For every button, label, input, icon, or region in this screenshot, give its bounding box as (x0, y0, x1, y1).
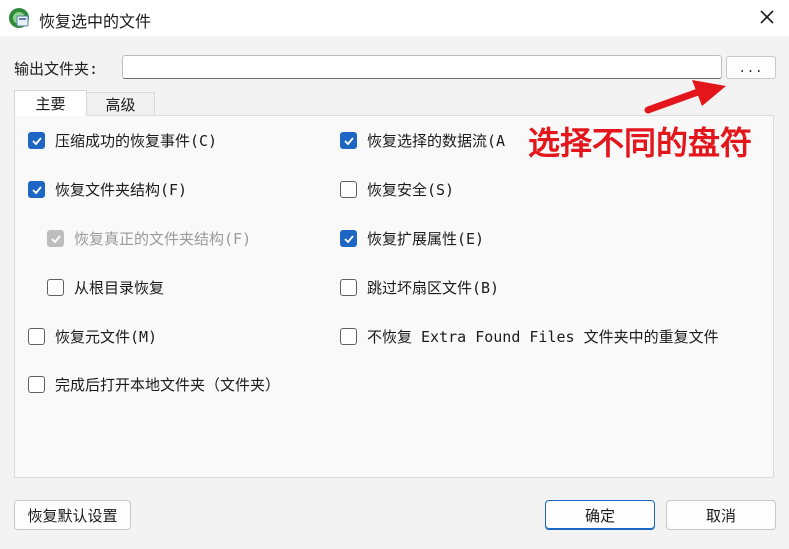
output-folder-label: 输出文件夹: (14, 60, 99, 78)
checkbox[interactable] (28, 328, 45, 345)
option-label: 恢复安全(S) (367, 181, 455, 199)
close-icon (760, 10, 774, 24)
option-open-folder-after[interactable]: 完成后打开本地文件夹（文件夹） (28, 374, 280, 395)
check-icon (343, 136, 354, 145)
ok-button[interactable]: 确定 (545, 500, 655, 530)
checkbox (47, 230, 64, 247)
option-label: 从根目录恢复 (74, 279, 165, 297)
option-restore-real-folder-structure: 恢复真正的文件夹结构(F) (47, 228, 251, 249)
option-label: 恢复文件夹结构(F) (55, 181, 188, 199)
window-title: 恢复选中的文件 (39, 12, 152, 31)
option-label: 恢复选择的数据流(A (367, 132, 506, 150)
option-label: 不恢复 Extra Found Files 文件夹中的重复文件 (367, 328, 719, 346)
check-icon (31, 136, 42, 145)
checkbox[interactable] (340, 181, 357, 198)
check-icon (31, 185, 42, 194)
option-restore-metafiles[interactable]: 恢复元文件(M) (28, 326, 157, 347)
option-restore-from-root[interactable]: 从根目录恢复 (47, 277, 164, 298)
title-bar: 恢复选中的文件 (0, 0, 789, 36)
tab-advanced[interactable]: 高级 (87, 92, 155, 116)
option-label: 恢复扩展属性(E) (367, 230, 485, 248)
option-restore-selected-streams[interactable]: 恢复选择的数据流(A (340, 130, 505, 151)
checkbox[interactable] (340, 230, 357, 247)
tab-main[interactable]: 主要 (14, 90, 87, 116)
annotation-text: 选择不同的盘符 (528, 124, 753, 162)
checkbox[interactable] (28, 181, 45, 198)
checkbox[interactable] (28, 376, 45, 393)
option-compress-events[interactable]: 压缩成功的恢复事件(C) (28, 130, 217, 151)
option-label: 压缩成功的恢复事件(C) (55, 132, 218, 150)
option-label: 完成后打开本地文件夹（文件夹） (55, 376, 281, 394)
option-skip-bad-sectors[interactable]: 跳过坏扇区文件(B) (340, 277, 499, 298)
checkbox[interactable] (340, 279, 357, 296)
close-button[interactable] (748, 2, 786, 32)
annotation-arrow-icon (644, 80, 726, 114)
option-label: 恢复真正的文件夹结构(F) (74, 230, 252, 248)
checkbox[interactable] (340, 132, 357, 149)
checkbox[interactable] (47, 279, 64, 296)
recovery-app-icon (8, 7, 30, 29)
option-restore-security[interactable]: 恢复安全(S) (340, 179, 454, 200)
check-icon (50, 234, 61, 243)
restore-defaults-button[interactable]: 恢复默认设置 (14, 500, 131, 530)
cancel-button[interactable]: 取消 (666, 500, 776, 530)
option-label: 跳过坏扇区文件(B) (367, 279, 500, 297)
checkbox[interactable] (340, 328, 357, 345)
browse-button[interactable]: ... (726, 56, 776, 79)
option-label: 恢复元文件(M) (55, 328, 158, 346)
checkbox[interactable] (28, 132, 45, 149)
option-skip-duplicate-extra-found[interactable]: 不恢复 Extra Found Files 文件夹中的重复文件 (340, 326, 719, 347)
option-restore-folder-structure[interactable]: 恢复文件夹结构(F) (28, 179, 187, 200)
output-folder-input[interactable] (122, 55, 722, 79)
option-restore-extended-attributes[interactable]: 恢复扩展属性(E) (340, 228, 484, 249)
check-icon (343, 234, 354, 243)
